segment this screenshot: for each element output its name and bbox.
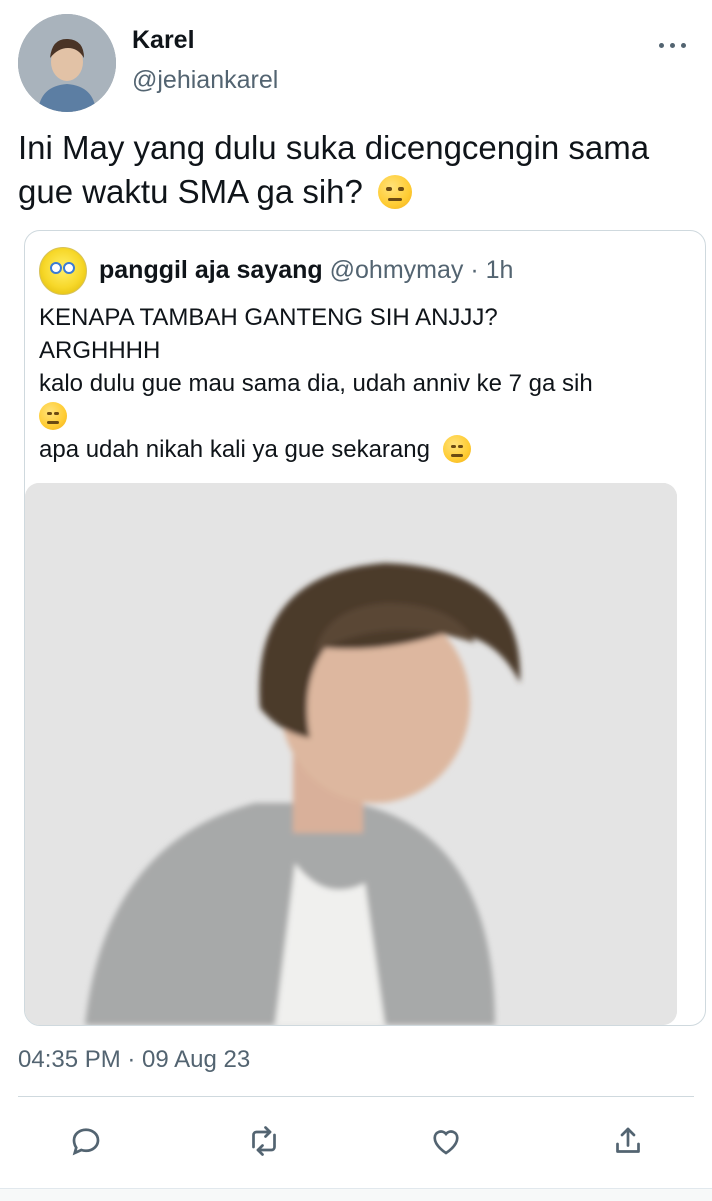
tweet-text-content: Ini May yang dulu suka dicengcengin sama… (18, 129, 650, 210)
divider (18, 1096, 694, 1097)
pensive-face-emoji (442, 435, 471, 463)
person-photo (25, 483, 677, 1025)
author-name[interactable]: Karel (132, 26, 195, 55)
bottom-edge (0, 1188, 712, 1201)
author-handle[interactable]: @jehiankarel (132, 66, 278, 95)
pensive-face-emoji (39, 402, 67, 430)
quoted-tweet-header: panggil aja sayang @ohmymay · 1h (99, 256, 513, 285)
quoted-tweet-text: KENAPA TAMBAH GANTENG SIH ANJJJ? ARGHHHH… (39, 301, 689, 466)
quoted-author-avatar[interactable] (39, 247, 87, 295)
avatar-photo (18, 14, 116, 112)
quoted-text-line: KENAPA TAMBAH GANTENG SIH ANJJJ? (39, 304, 498, 331)
tweet-text: Ini May yang dulu suka dicengcengin sama… (18, 126, 698, 214)
author-avatar[interactable] (18, 14, 116, 112)
tweet-timestamp[interactable]: 04:35 PM · 09 Aug 23 (18, 1046, 250, 1074)
quoted-text-line: kalo dulu gue mau sama dia, udah anniv k… (39, 370, 593, 397)
quoted-author-handle[interactable]: @ohmymay (330, 256, 464, 284)
quoted-text-line: apa udah nikah kali ya gue sekarang (39, 436, 430, 463)
quoted-text-line: ARGHHHH (39, 337, 161, 364)
quoted-tweet-age: · 1h (470, 256, 514, 284)
share-icon[interactable] (610, 1123, 646, 1159)
more-horizontal-icon[interactable] (656, 38, 690, 52)
quoted-tweet[interactable]: panggil aja sayang @ohmymay · 1h KENAPA … (24, 230, 706, 1026)
reply-icon[interactable] (68, 1123, 104, 1159)
quoted-tweet-photo[interactable] (25, 483, 677, 1025)
like-icon[interactable] (428, 1123, 464, 1159)
quoted-author-name[interactable]: panggil aja sayang (99, 256, 323, 284)
face-with-raised-eyebrow-emoji (378, 175, 413, 209)
retweet-icon[interactable] (246, 1123, 282, 1159)
